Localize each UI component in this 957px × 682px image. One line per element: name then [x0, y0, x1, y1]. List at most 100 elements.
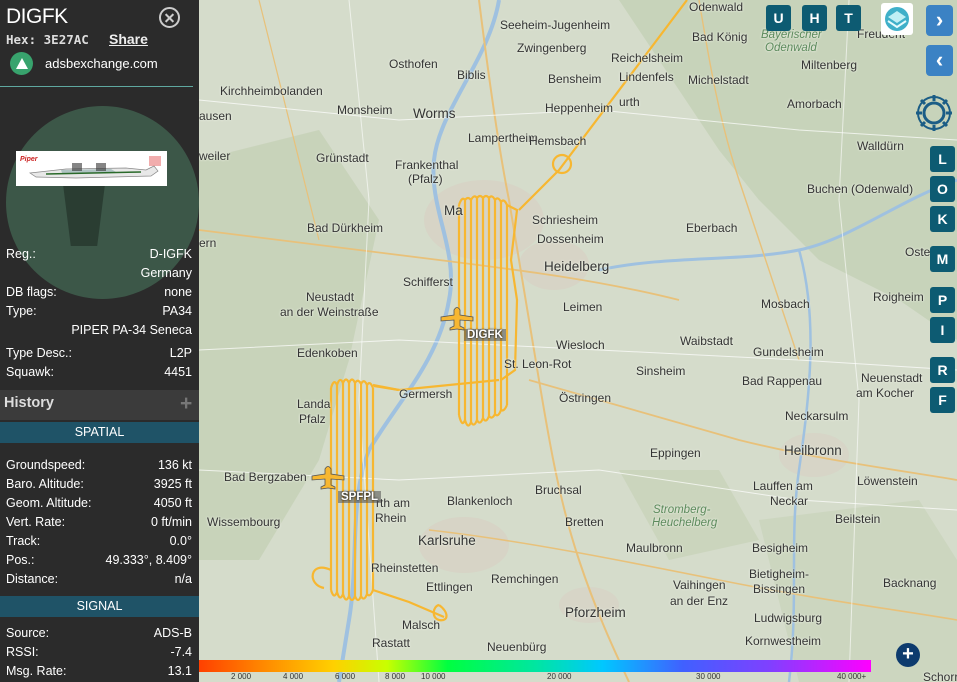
toggle-o-button[interactable]: O — [930, 176, 955, 202]
place-label: Schorr — [923, 670, 957, 682]
detail-row: PIPER PA-34 Seneca — [71, 323, 192, 337]
place-label: Heuchelberg — [652, 517, 718, 529]
altitude-tick: 40 000+ — [837, 672, 867, 681]
place-label: Edenkoben — [297, 346, 358, 360]
place-label: Neckar — [770, 494, 809, 508]
spatial-section-header: SPATIAL — [0, 422, 199, 443]
adsbexchange-logo-icon[interactable] — [10, 52, 33, 75]
place-label: Gundelsheim — [753, 345, 824, 359]
place-label: Eppingen — [650, 446, 701, 460]
gear-icon[interactable] — [911, 90, 957, 136]
signal-section-header: SIGNAL — [0, 596, 199, 617]
place-label: Frankenthal — [395, 158, 459, 172]
place-label: Pforzheim — [565, 605, 626, 620]
place-label: Schriesheim — [532, 213, 599, 227]
place-label: Wiesloch — [556, 338, 605, 352]
signal-row: Source: ADS-B — [6, 626, 192, 640]
close-icon[interactable] — [159, 7, 180, 28]
place-label: urth — [619, 95, 640, 109]
place-label: Rheinstetten — [371, 561, 439, 575]
place-label: Hemsbach — [529, 134, 587, 148]
place-label: Grünstadt — [316, 151, 369, 165]
place-label: Lindenfels — [619, 70, 674, 84]
place-label: Rastatt — [372, 636, 411, 650]
place-label: Landa — [297, 397, 331, 411]
altitude-legend-ticks: 2 000 4 000 6 000 8 000 10 000 20 000 30… — [199, 672, 871, 682]
aircraft-info-panel: DIGFK Hex: 3E27AC Share adsbexchange.com… — [0, 0, 199, 682]
toggle-h-button[interactable]: H — [802, 5, 827, 31]
place-label: Michelstadt — [688, 73, 749, 87]
chevron-right-icon[interactable]: › — [926, 5, 953, 36]
toggle-i-button[interactable]: I — [930, 317, 955, 343]
place-label: (Pfalz) — [408, 172, 443, 186]
place-label: Heilbronn — [784, 443, 842, 458]
place-label: Roigheim — [873, 290, 924, 304]
hex-value: 3E27AC — [43, 32, 89, 47]
place-label: Neustadt — [306, 290, 355, 304]
place-label: Biblis — [457, 68, 486, 82]
place-label: Stromberg- — [653, 504, 711, 516]
place-label: Pfalz — [299, 412, 326, 426]
place-label: Östringen — [559, 391, 612, 405]
place-label: Miltenberg — [801, 58, 858, 72]
zoom-in-button[interactable]: + — [896, 643, 920, 667]
aircraft-label-spfpl[interactable]: SPFPL — [338, 491, 382, 503]
place-label: Vaihingen — [673, 578, 726, 592]
place-label: Ludwigsburg — [754, 611, 823, 625]
signal-row: Msg. Rate: 13.1 — [6, 664, 192, 678]
share-link[interactable]: Share — [109, 31, 148, 47]
toggle-f-button[interactable]: F — [930, 387, 955, 413]
place-label: am Kocher — [856, 386, 915, 400]
place-label: Neuenbürg — [487, 640, 547, 654]
place-label: Eberbach — [686, 221, 738, 235]
chevron-left-icon[interactable]: ‹ — [926, 45, 953, 76]
altitude-tick: 8 000 — [385, 672, 406, 681]
spatial-row: Geom. Altitude: 4050 ft — [6, 496, 192, 510]
place-label: Bensheim — [548, 72, 602, 86]
signal-row: RSSI: -7.4 — [6, 645, 192, 659]
place-label: Waibstadt — [680, 334, 733, 348]
place-label: an der Weinstraße — [280, 305, 379, 319]
altitude-tick: 6 000 — [335, 672, 356, 681]
spatial-row: Vert. Rate: 0 ft/min — [6, 515, 192, 529]
toggle-p-button[interactable]: P — [930, 287, 955, 313]
toggle-k-button[interactable]: K — [930, 206, 955, 232]
aircraft-label-digfk[interactable]: DIGFK — [464, 329, 506, 341]
map-view[interactable]: Odenwald Seeheim-Jugenheim Zwingenberg B… — [199, 0, 957, 682]
place-label: Amorbach — [787, 97, 842, 111]
place-label: Seeheim-Jugenheim — [500, 18, 611, 32]
detail-row: Type Desc.: L2P — [6, 346, 192, 360]
spatial-row: Groundspeed: 136 kt — [6, 458, 192, 472]
place-label: Maulbronn — [626, 541, 683, 555]
plus-icon[interactable]: + — [180, 392, 192, 416]
place-label: Walldürn — [857, 139, 904, 153]
toggle-r-button[interactable]: R — [930, 357, 955, 383]
detail-row: Type: PA34 — [6, 304, 192, 318]
place-label: Schifferst — [403, 275, 453, 289]
toggle-u-button[interactable]: U — [766, 5, 791, 31]
place-label: Heppenheim — [545, 101, 614, 115]
place-label: Rhein — [375, 511, 407, 525]
place-label: Osthofen — [389, 57, 438, 71]
toggle-t-button[interactable]: T — [836, 5, 861, 31]
place-label: Buchen (Odenwald) — [807, 182, 914, 196]
place-label: Monsheim — [337, 103, 393, 117]
altitude-tick: 2 000 — [231, 672, 252, 681]
history-header[interactable]: History + — [0, 390, 199, 420]
place-label: Leimen — [563, 300, 603, 314]
toggle-l-button[interactable]: L — [930, 146, 955, 172]
altitude-tick: 4 000 — [283, 672, 304, 681]
aircraft-photo[interactable]: Piper — [16, 151, 167, 186]
place-label: Worms — [413, 106, 456, 121]
aircraft-callsign: DIGFK — [6, 5, 68, 28]
toggle-m-button[interactable]: M — [930, 246, 955, 272]
layers-icon — [885, 7, 909, 31]
place-label: Beilstein — [835, 512, 881, 526]
place-label: St. Leon-Rot — [504, 357, 572, 371]
layers-button[interactable] — [881, 3, 913, 35]
site-link[interactable]: adsbexchange.com — [45, 56, 158, 71]
spatial-row: Baro. Altitude: 3925 ft — [6, 477, 192, 491]
place-label: Heidelberg — [544, 259, 610, 274]
place-label: Bretten — [565, 515, 604, 529]
history-title: History — [4, 395, 54, 411]
